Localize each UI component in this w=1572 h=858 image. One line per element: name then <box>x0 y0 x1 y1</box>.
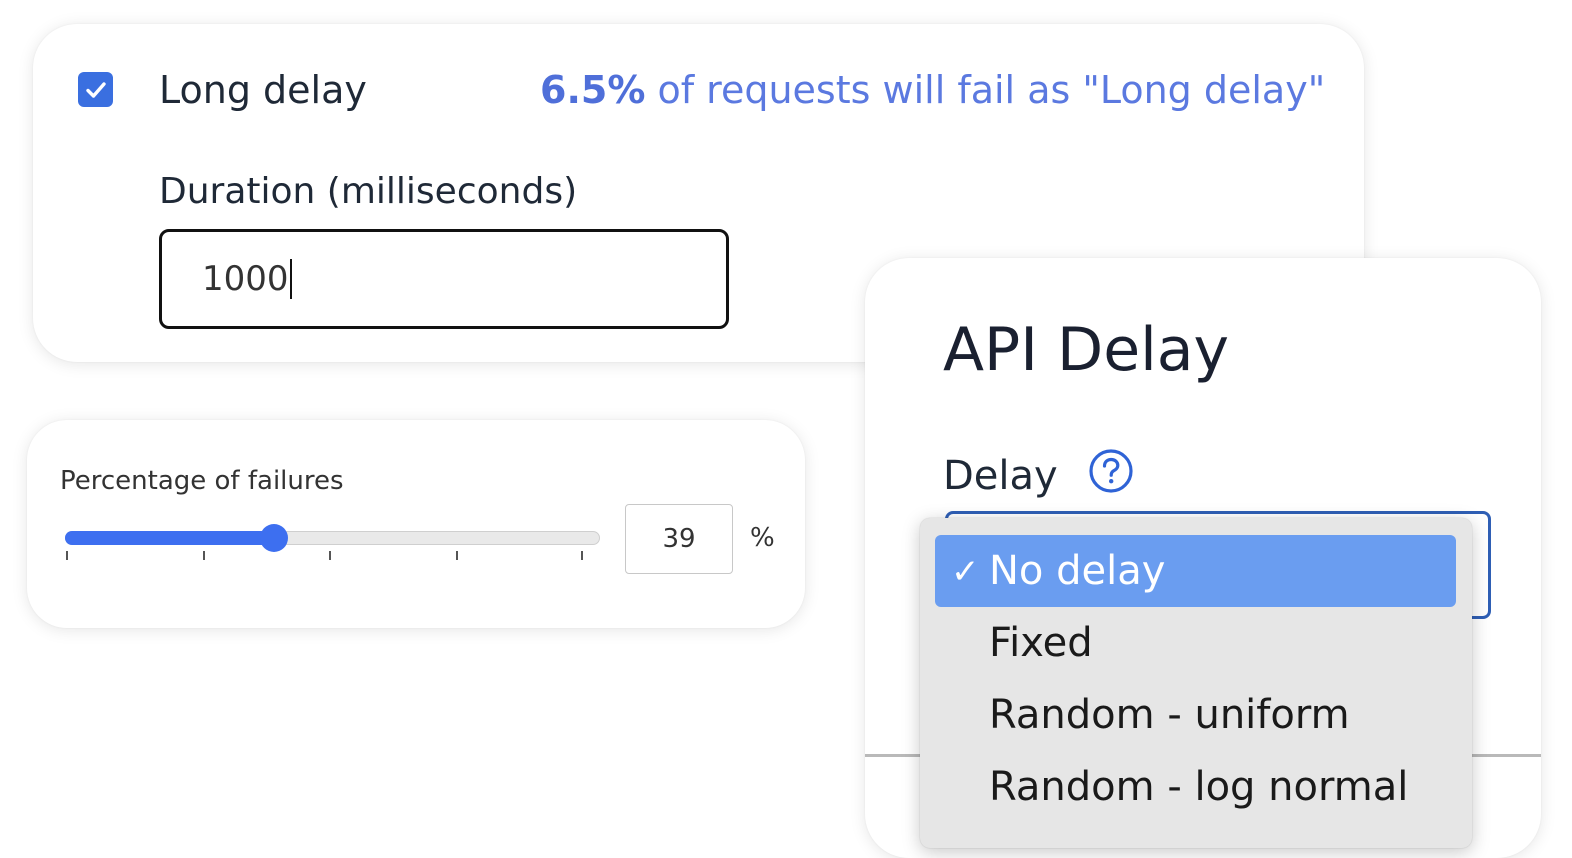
failure-percentage-label: Percentage of failures <box>60 466 344 496</box>
slider-tick <box>456 551 458 560</box>
long-delay-label: Long delay <box>159 68 367 112</box>
dropdown-option-fixed[interactable]: Fixed <box>935 607 1456 679</box>
slider-tick <box>66 551 68 560</box>
slider-tick <box>203 551 205 560</box>
failure-percentage-input[interactable]: 39 <box>625 504 733 574</box>
delay-label: Delay <box>943 453 1058 499</box>
dropdown-option-no-delay[interactable]: ✓ No delay <box>935 535 1456 607</box>
duration-input[interactable]: 1000 <box>159 229 729 329</box>
long-delay-checkbox[interactable] <box>78 72 113 107</box>
failure-rate-message: of requests will fail as "Long delay" <box>645 68 1326 112</box>
failure-percentage-slider[interactable] <box>65 520 600 560</box>
dropdown-option-random-log-normal[interactable]: Random - log normal <box>935 751 1456 823</box>
dropdown-option-label: Random - uniform <box>989 692 1350 738</box>
slider-thumb[interactable] <box>260 524 288 552</box>
question-circle-icon[interactable] <box>1088 448 1134 494</box>
failure-percentage-card: Percentage of failures 39 % <box>27 420 805 628</box>
percent-unit: % <box>750 523 775 553</box>
dropdown-option-label: Fixed <box>989 620 1093 666</box>
slider-fill <box>65 531 274 545</box>
checkmark-icon <box>85 81 106 98</box>
api-delay-title: API Delay <box>943 315 1230 385</box>
duration-label: Duration (milliseconds) <box>159 171 578 212</box>
duration-value: 1000 <box>202 259 289 299</box>
dropdown-option-random-uniform[interactable]: Random - uniform <box>935 679 1456 751</box>
dropdown-option-label: Random - log normal <box>989 764 1409 810</box>
slider-tick <box>581 551 583 560</box>
dropdown-option-label: No delay <box>989 548 1166 594</box>
slider-tick <box>329 551 331 560</box>
selected-check-icon: ✓ <box>951 552 980 592</box>
text-caret <box>289 259 292 299</box>
failure-rate-note: 6.5% of requests will fail as "Long dela… <box>540 66 1325 114</box>
failure-rate-percent: 6.5% <box>540 68 646 112</box>
delay-dropdown-menu: ✓ No delay Fixed Random - uniform Random… <box>920 518 1472 848</box>
